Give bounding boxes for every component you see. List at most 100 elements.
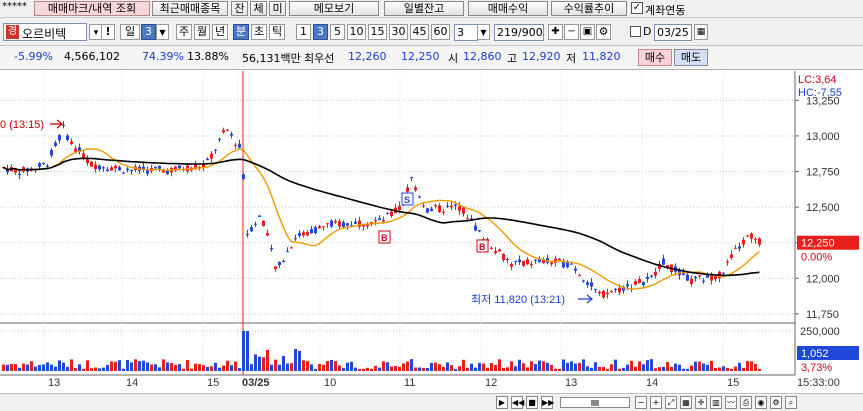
interval-60[interactable]: 60 — [431, 24, 450, 40]
rewind-icon[interactable]: ◀◀ — [511, 396, 524, 409]
account-link-checkbox[interactable]: ✓ — [631, 2, 643, 14]
volume-bar — [474, 367, 477, 371]
zoom-out-icon[interactable]: − — [635, 396, 647, 409]
candle-body — [222, 130, 225, 133]
scroll-slider[interactable] — [560, 397, 630, 408]
jan-button[interactable]: 잔 — [231, 1, 248, 16]
volume-bar — [386, 362, 389, 371]
chart-type-icon[interactable]: ▥ — [710, 396, 722, 409]
volume-bar — [362, 368, 365, 371]
candle-body — [130, 169, 133, 171]
daily-balance-button[interactable]: 일별잔고 — [384, 1, 464, 16]
candle-body — [90, 161, 93, 167]
date-input[interactable]: 03/25 — [654, 24, 692, 41]
volume-bar — [654, 368, 657, 371]
interval-10[interactable]: 10 — [347, 24, 366, 40]
search-icon[interactable]: ⌕ — [785, 396, 797, 409]
second-button[interactable]: 초 — [251, 24, 267, 40]
mi-button[interactable]: 미 — [269, 1, 286, 16]
forward-icon[interactable]: ▶▶ — [541, 396, 554, 409]
interval-15[interactable]: 15 — [368, 24, 387, 40]
warning-button[interactable]: ! — [101, 24, 115, 40]
print-icon[interactable]: ⎙ — [740, 396, 752, 409]
x-tick-label: 13 — [565, 377, 577, 389]
volume-bar — [490, 363, 493, 371]
candle-body — [426, 208, 429, 213]
che-button[interactable]: 체 — [250, 1, 267, 16]
volume-bar — [326, 361, 329, 371]
volume-bar — [222, 365, 225, 371]
volume-bar — [758, 368, 761, 371]
volume-bar — [446, 362, 449, 371]
year-button[interactable]: 년 — [212, 24, 228, 40]
candle-body — [746, 235, 749, 237]
trade-marker-label: S — [404, 195, 410, 205]
candle-body — [654, 271, 657, 276]
trade-profit-button[interactable]: 매매수익 — [468, 1, 548, 16]
trade-mark-view-button[interactable]: 매매마크/내역 조회 — [34, 1, 150, 16]
date-d-checkbox[interactable] — [630, 26, 641, 37]
candle-body — [330, 220, 333, 227]
save-icon[interactable]: ▣ — [580, 24, 595, 40]
volume-bar — [522, 363, 525, 371]
x-tick-label: 14 — [126, 377, 138, 389]
stock-name-combo[interactable]: 경 오르비텍 — [3, 23, 87, 41]
camera-icon[interactable]: ◉ — [755, 396, 767, 409]
candle-body — [74, 148, 77, 152]
recent-items-button[interactable]: 최근매매종목 — [152, 1, 228, 16]
minute-button[interactable]: 분 — [233, 24, 249, 40]
volume-bar — [18, 367, 21, 371]
interval-1[interactable]: 1 — [296, 24, 311, 40]
interval-3[interactable]: 3 — [313, 24, 328, 40]
tick-button[interactable]: 틱 — [269, 24, 285, 40]
fit-icon[interactable]: ⤢ — [665, 396, 677, 409]
volume-current-label: 1,052 — [801, 348, 829, 360]
volume-bar — [230, 365, 233, 371]
y-tick-label: 12,750 — [806, 167, 840, 179]
candle-body — [642, 282, 645, 286]
candle-body — [530, 263, 533, 266]
volume-bar — [122, 368, 125, 371]
zoom-out-icon[interactable]: − — [564, 24, 579, 40]
volume-bar — [558, 368, 561, 371]
period-daily-button[interactable]: 일 — [120, 24, 140, 40]
memo-button[interactable]: 메모보기 — [289, 1, 379, 16]
x-tick-label: 11 — [404, 377, 415, 389]
volume-bar — [390, 366, 393, 371]
sell-button[interactable]: 매도 — [674, 49, 708, 66]
price-chart[interactable]: 0 (13:15)최저 11,820 (13:21)SBB 13,25013,0… — [0, 71, 863, 393]
grid-icon[interactable]: ▦ — [680, 396, 692, 409]
week-button[interactable]: 주 — [176, 24, 192, 40]
volume-bar — [730, 368, 733, 371]
volume-bar — [434, 362, 437, 371]
candle-body — [578, 275, 581, 277]
crosshair-icon[interactable]: ✛ — [695, 396, 707, 409]
zoom-in-icon[interactable]: ✚ — [548, 24, 563, 40]
count-dropdown[interactable]: ▼ — [477, 24, 490, 40]
period-num-dropdown[interactable]: ▼ — [156, 24, 169, 40]
volume-bar — [82, 368, 85, 371]
volume-bar — [678, 364, 681, 371]
count-combo[interactable]: 3 — [454, 24, 478, 41]
candle-body — [498, 249, 501, 252]
period-num-combo[interactable]: 3 — [141, 24, 156, 40]
return-trend-button[interactable]: 수익률추이 — [551, 1, 627, 16]
open-label: 시 — [448, 52, 459, 65]
settings-icon[interactable]: ⚙ — [770, 396, 782, 409]
calendar-icon[interactable]: ▦ — [694, 24, 708, 40]
candle-body — [626, 284, 629, 287]
play-icon[interactable]: ▶ — [496, 396, 508, 409]
buy-button[interactable]: 매수 — [638, 49, 672, 66]
indicator-icon[interactable]: 〰 — [725, 396, 737, 409]
zoom-in-icon[interactable]: + — [650, 396, 662, 409]
gear-icon[interactable]: ⚙ — [596, 24, 611, 40]
month-button[interactable]: 월 — [194, 24, 210, 40]
interval-45[interactable]: 45 — [410, 24, 429, 40]
stock-prefix-badge: 경 — [6, 25, 19, 39]
volume-bar — [58, 360, 61, 371]
interval-30[interactable]: 30 — [389, 24, 408, 40]
stop-icon[interactable]: ■ — [526, 396, 538, 409]
chart-navigation-bar: ▶ ◀◀ ■ ▶▶ − + ⤢ ▦ ✛ ▥ 〰 ⎙ ◉ ⚙ ⌕ — [0, 393, 863, 411]
candle-body — [226, 129, 229, 131]
interval-5[interactable]: 5 — [330, 24, 345, 40]
